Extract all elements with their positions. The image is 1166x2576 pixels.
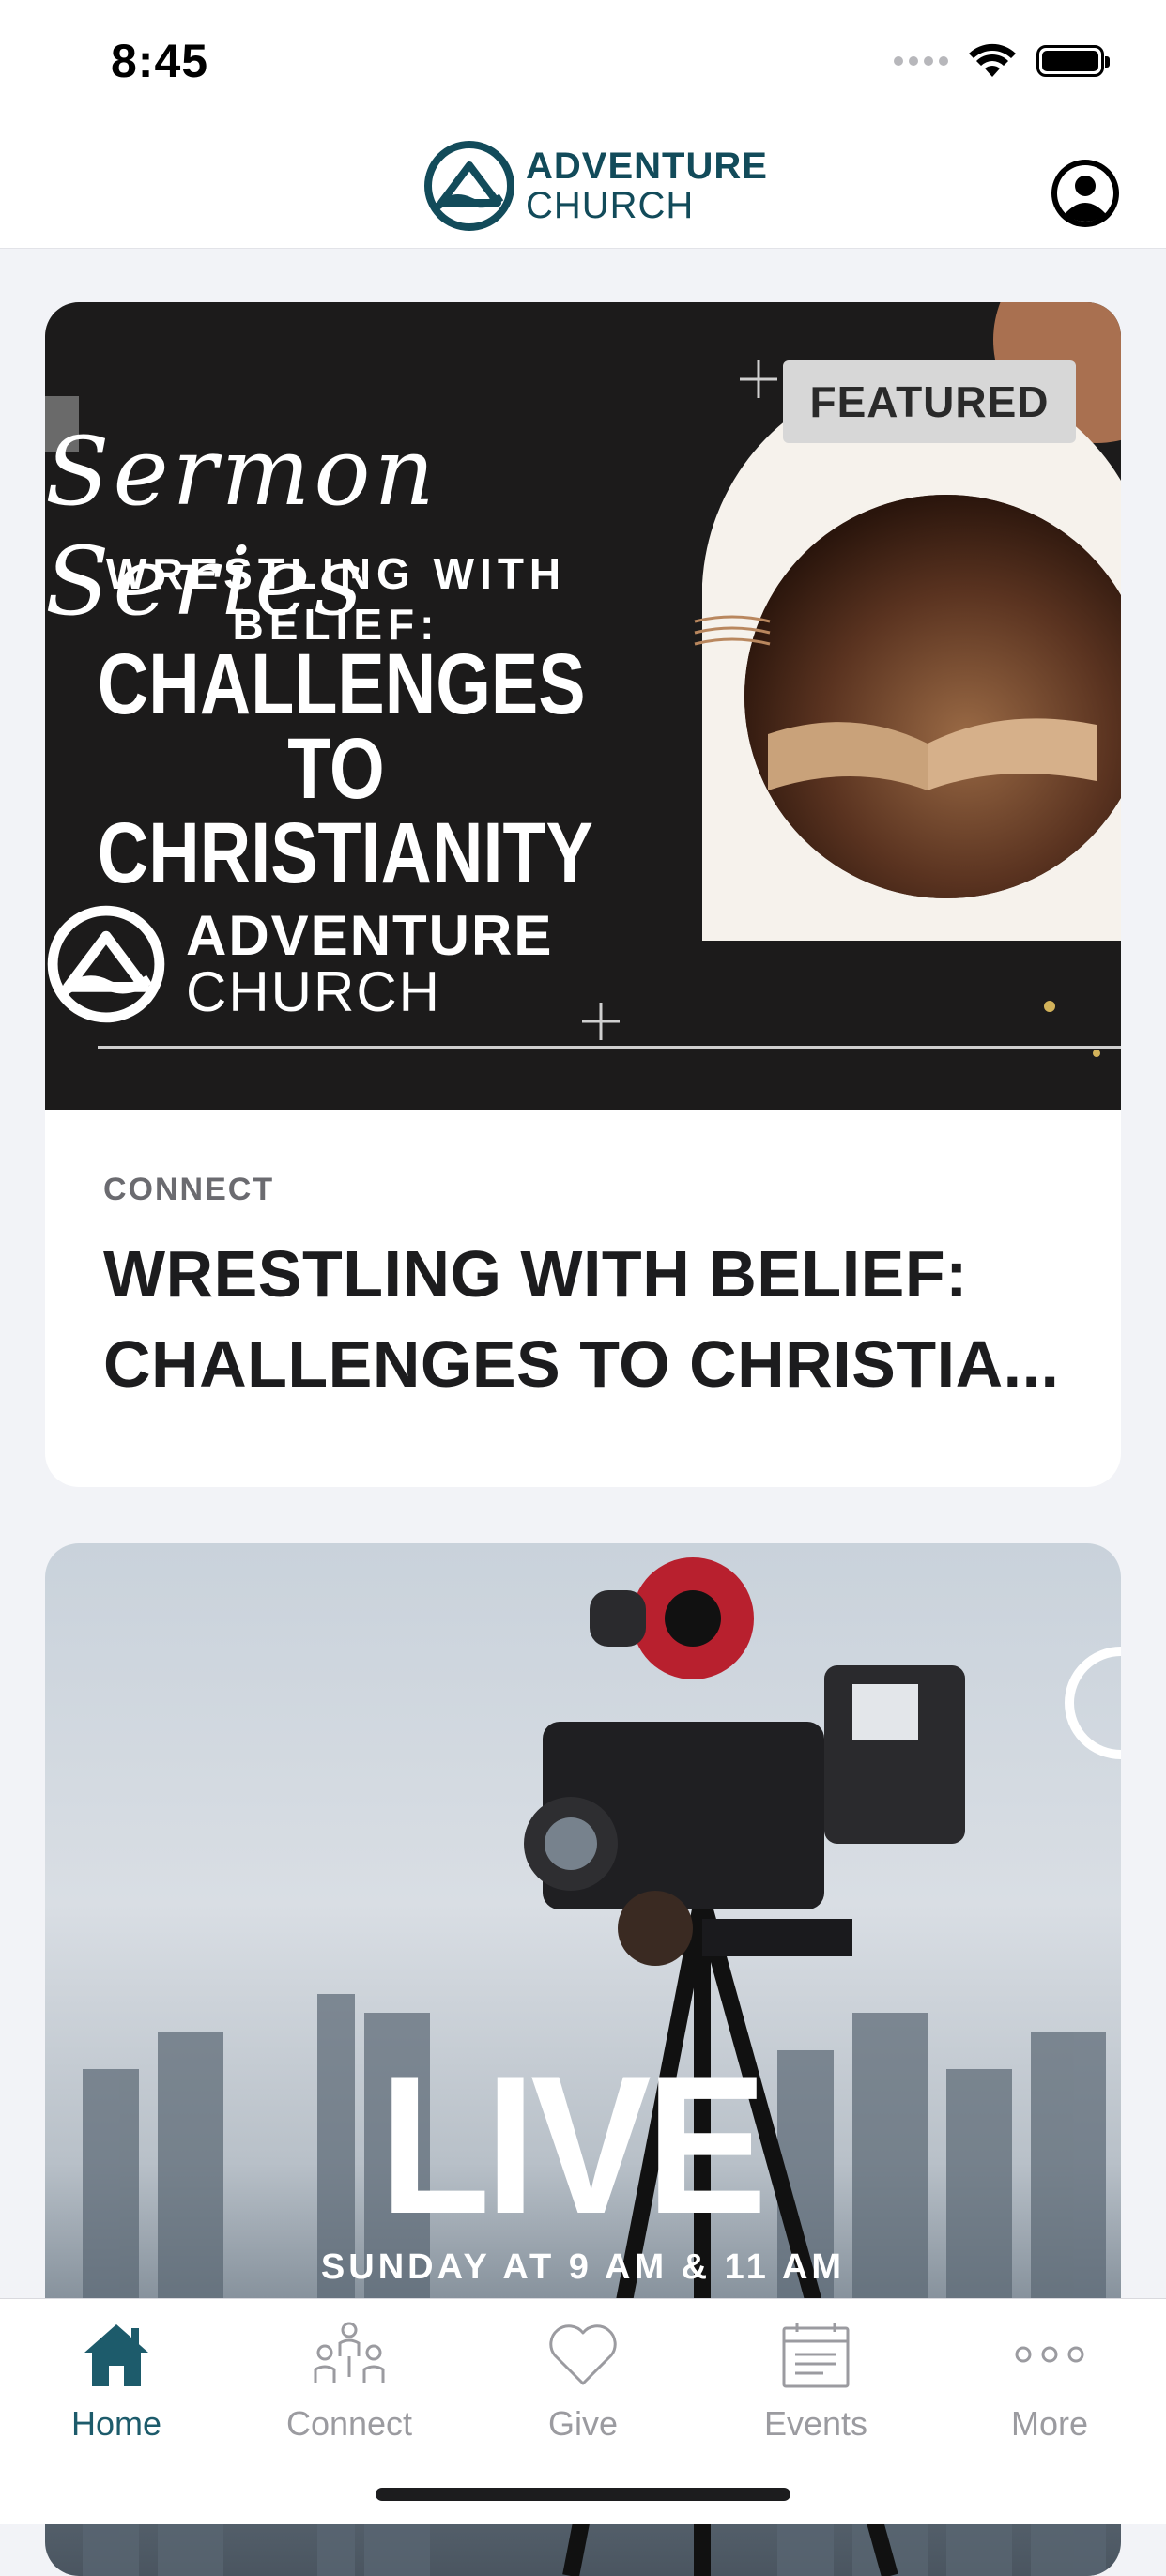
hero-headline-line3: CHRISTIANITY [97, 805, 593, 901]
heart-icon [541, 2312, 625, 2397]
logo-mark-icon [47, 905, 165, 1023]
tab-label: Home [70, 2404, 162, 2443]
divider [98, 1046, 1121, 1049]
logo-mark-icon [424, 141, 514, 231]
featured-sermon-card[interactable]: FEATURED Sermon Series WRESTLING WITH BE… [45, 302, 1121, 1487]
tab-label: Connect [285, 2404, 413, 2443]
logo-text-line2: CHURCH [526, 185, 695, 226]
live-stream-schedule: SUNDAY AT 9 AM & 11 AM [320, 2247, 846, 2287]
featured-badge: FEATURED [783, 360, 1076, 443]
tab-more[interactable]: More [933, 2312, 1166, 2444]
user-icon [1057, 165, 1113, 222]
hero-headline-line2: TO [287, 721, 385, 817]
sermon-series-image: FEATURED Sermon Series WRESTLING WITH BE… [45, 302, 1121, 1110]
wifi-icon [969, 43, 1016, 77]
calendar-icon [774, 2312, 858, 2397]
hero-logo-line2: CHURCH [186, 960, 441, 1023]
hero-subtitle: WRESTLING WITH BELIEF: [105, 549, 567, 649]
hero-headline-line1: CHALLENGES [97, 636, 586, 732]
people-icon [307, 2312, 391, 2397]
status-icons [894, 43, 1110, 79]
more-icon [1007, 2312, 1092, 2397]
cellular-signal-icon [894, 56, 948, 66]
home-indicator [376, 2488, 790, 2501]
tab-label: Give [547, 2404, 619, 2443]
hero-headline: CHALLENGES TO CHRISTIANITY [97, 636, 593, 901]
church-logo: ADVENTURE CHURCH [424, 141, 768, 231]
tab-events[interactable]: Events [699, 2312, 932, 2444]
tab-label: More [1010, 2404, 1089, 2443]
card-title: WRESTLING WITH BELIEF: CHALLENGES TO CHR… [103, 1237, 1060, 1401]
status-time: 8:45 [111, 35, 209, 87]
tab-home[interactable]: Home [0, 2312, 233, 2444]
hero-church-logo: ADVENTURE CHURCH [45, 903, 553, 1025]
tab-label: Events [763, 2404, 868, 2443]
card-meta: CONNECT WRESTLING WITH BELIEF: CHALLENGE… [45, 1110, 1121, 1409]
profile-button[interactable] [1051, 160, 1119, 227]
battery-icon [1036, 45, 1110, 77]
status-bar: 8:45 [0, 0, 1166, 124]
home-icon [74, 2312, 159, 2397]
app-header: ADVENTURE CHURCH [0, 124, 1166, 249]
card-category: CONNECT [103, 1172, 275, 1207]
tab-give[interactable]: Give [467, 2312, 699, 2444]
hero-logo-line1: ADVENTURE [186, 904, 554, 967]
tab-connect[interactable]: Connect [233, 2312, 466, 2444]
logo-text-line1: ADVENTURE [526, 146, 768, 187]
